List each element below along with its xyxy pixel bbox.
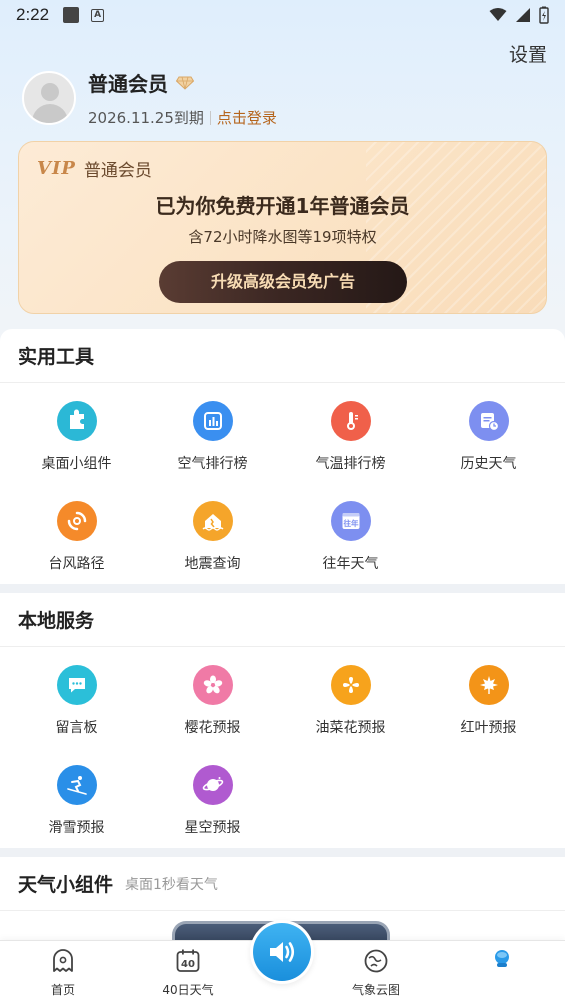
service-label: 樱花预报 bbox=[184, 720, 241, 736]
tool-label: 历史天气 bbox=[460, 456, 517, 472]
app-a-icon: A bbox=[91, 8, 105, 22]
service-rapeseed-forecast[interactable]: 油菜花预报 bbox=[280, 665, 421, 737]
tool-label: 桌面小组件 bbox=[41, 456, 112, 472]
vip-logo: VIP bbox=[37, 158, 76, 179]
section-subtitle: 桌面1秒看天气 bbox=[125, 876, 218, 893]
notification-square-icon bbox=[63, 7, 80, 23]
diamond-icon bbox=[176, 76, 194, 90]
tool-typhoon-path[interactable]: 台风路径 bbox=[6, 501, 147, 573]
tools-section: 实用工具 桌面小组件 空气排行榜 气温排行榜 历史天气 台风路径 地震查询 往年… bbox=[0, 329, 565, 584]
expire-date: 2026.11.25到期 bbox=[88, 109, 204, 127]
vip-membership-card[interactable]: VIP 普通会员 已为你免费开通1年普通会员 含72小时降水图等19项特权 升级… bbox=[18, 141, 547, 314]
settings-button[interactable]: 设置 bbox=[509, 40, 547, 67]
tool-label: 往年天气 bbox=[322, 556, 379, 572]
nav-cloud-map[interactable]: 气象云图 bbox=[326, 947, 426, 998]
nav-profile[interactable] bbox=[452, 947, 552, 975]
tool-label: 气温排行榜 bbox=[315, 456, 386, 472]
message-icon bbox=[56, 665, 97, 705]
nav-label: 气象云图 bbox=[351, 983, 400, 997]
typhoon-icon bbox=[56, 501, 97, 541]
earthquake-icon bbox=[192, 501, 233, 541]
service-ski-forecast[interactable]: 滑雪预报 bbox=[6, 765, 147, 837]
battery-icon bbox=[539, 6, 549, 24]
calendar-40-badge: 40 bbox=[181, 959, 195, 970]
calendar-40-icon: 40 bbox=[176, 949, 200, 972]
bar-chart-icon bbox=[192, 401, 233, 441]
member-level-name: 普通会员 bbox=[88, 72, 168, 96]
rapeseed-flower-icon bbox=[330, 665, 371, 705]
vip-level-label: 普通会员 bbox=[83, 161, 152, 181]
wifi-icon bbox=[489, 8, 507, 21]
profile-icon bbox=[495, 950, 509, 967]
status-time: 2:22 bbox=[16, 5, 50, 24]
section-title: 实用工具 bbox=[18, 346, 95, 368]
past-years-badge: 往年 bbox=[343, 518, 358, 528]
profile-header: 普通会员 2026.11.25到期 点击登录 bbox=[22, 68, 277, 128]
status-bar: 2:22 A bbox=[0, 0, 565, 30]
service-label: 红叶预报 bbox=[460, 720, 517, 736]
signal-icon bbox=[516, 8, 530, 22]
tool-past-years-weather[interactable]: 往年 往年天气 bbox=[280, 501, 421, 573]
service-label: 滑雪预报 bbox=[48, 820, 105, 836]
skiing-icon bbox=[56, 765, 97, 805]
tool-history-weather[interactable]: 历史天气 bbox=[418, 401, 559, 473]
tool-desktop-widget[interactable]: 桌面小组件 bbox=[6, 401, 147, 473]
speaker-icon bbox=[270, 942, 295, 962]
planet-icon bbox=[192, 765, 233, 805]
cloud-map-icon bbox=[364, 949, 388, 973]
service-label: 星空预报 bbox=[184, 820, 241, 836]
local-services-section: 本地服务 留言板 樱花预报 油菜花预报 红叶预报 滑雪预报 星空预报 bbox=[0, 593, 565, 848]
service-label: 油菜花预报 bbox=[315, 720, 386, 736]
tool-air-ranking[interactable]: 空气排行榜 bbox=[142, 401, 283, 473]
nav-label: 40日天气 bbox=[162, 983, 214, 997]
tool-label: 台风路径 bbox=[48, 556, 105, 572]
tool-temperature-ranking[interactable]: 气温排行榜 bbox=[280, 401, 421, 473]
sakura-icon bbox=[192, 665, 233, 705]
tool-label: 空气排行榜 bbox=[177, 456, 248, 472]
upgrade-vip-button[interactable]: 升级高级会员免广告 bbox=[159, 261, 407, 303]
avatar[interactable] bbox=[22, 71, 76, 125]
puzzle-icon bbox=[56, 401, 97, 441]
nav-home[interactable]: 首页 bbox=[13, 947, 113, 998]
calendar-clock-icon bbox=[468, 401, 509, 441]
nav-label: 首页 bbox=[50, 983, 75, 997]
voice-broadcast-button[interactable] bbox=[250, 920, 314, 984]
section-title: 天气小组件 bbox=[18, 874, 114, 896]
nav-40-day-weather[interactable]: 40 40日天气 bbox=[138, 947, 238, 998]
thermometer-icon bbox=[330, 401, 371, 441]
login-link[interactable]: 点击登录 bbox=[217, 107, 277, 128]
divider bbox=[209, 110, 211, 125]
tool-label: 地震查询 bbox=[184, 556, 241, 572]
vip-title: 已为你免费开通1年普通会员 bbox=[155, 194, 410, 218]
past-years-icon: 往年 bbox=[330, 501, 371, 541]
service-label: 留言板 bbox=[55, 720, 98, 736]
home-ghost-icon bbox=[53, 949, 73, 972]
service-red-leaf-forecast[interactable]: 红叶预报 bbox=[418, 665, 559, 737]
vip-subtitle: 含72小时降水图等19项特权 bbox=[188, 228, 377, 246]
tool-earthquake-query[interactable]: 地震查询 bbox=[142, 501, 283, 573]
red-leaf-icon bbox=[468, 665, 509, 705]
section-title: 本地服务 bbox=[18, 610, 95, 632]
service-message-board[interactable]: 留言板 bbox=[6, 665, 147, 737]
service-starry-sky-forecast[interactable]: 星空预报 bbox=[142, 765, 283, 837]
service-sakura-forecast[interactable]: 樱花预报 bbox=[142, 665, 283, 737]
